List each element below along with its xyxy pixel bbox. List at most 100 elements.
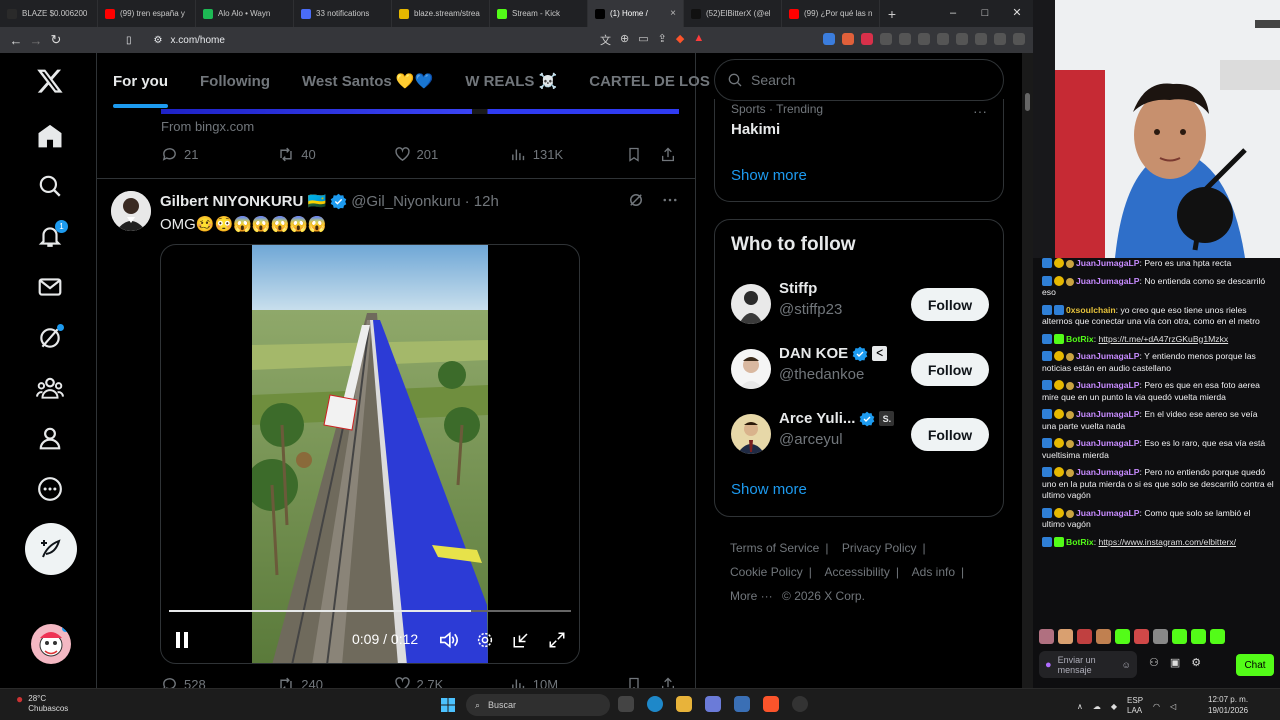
follow-button[interactable]: Follow: [911, 418, 989, 451]
grok-explain-icon[interactable]: [627, 191, 645, 209]
pause-button[interactable]: [171, 629, 193, 651]
tray-app-icon[interactable]: ☁: [1093, 702, 1101, 711]
extension-icon[interactable]: [861, 33, 873, 45]
language-indicator[interactable]: ESP LAA: [1127, 696, 1143, 716]
views-button[interactable]: 131K: [510, 146, 626, 163]
browser-tab[interactable]: Alo Alo • Wayn: [196, 0, 294, 27]
back-icon[interactable]: ←: [6, 33, 26, 48]
suggestion-name[interactable]: Stiffp: [779, 280, 817, 297]
forward-icon[interactable]: →: [26, 33, 46, 48]
show-more-link[interactable]: Show more: [731, 167, 807, 184]
extension-icon[interactable]: [880, 33, 892, 45]
reply-button[interactable]: 21: [161, 146, 277, 163]
windows-start-icon[interactable]: [441, 698, 455, 717]
gift-icon[interactable]: ▣: [1170, 656, 1180, 669]
close-tab-icon[interactable]: ×: [670, 8, 676, 19]
new-tab-button[interactable]: +: [880, 6, 904, 22]
menu-icon[interactable]: [1013, 33, 1025, 45]
minimize-icon[interactable]: –: [937, 0, 969, 27]
music-icon[interactable]: [937, 33, 949, 45]
tweet-author-avatar[interactable]: [111, 191, 151, 231]
chat-username[interactable]: JuanJumagaLP: [1076, 380, 1140, 390]
browser-tab[interactable]: (52)ElBitterX (@el: [684, 0, 782, 27]
follow-suggestion[interactable]: DAN KOE ᐸ @thedankoe Follow: [731, 345, 989, 395]
chat-username[interactable]: JuanJumagaLP: [1076, 276, 1140, 286]
search-input[interactable]: Search: [714, 59, 1004, 101]
edge-icon[interactable]: [647, 696, 663, 712]
chat-username[interactable]: JuanJumagaLP: [1076, 351, 1140, 361]
share-icon[interactable]: [660, 676, 676, 688]
more-options-icon[interactable]: [661, 191, 679, 209]
suggestion-name[interactable]: DAN KOE: [779, 345, 848, 362]
chat-username[interactable]: JuanJumagaLP: [1076, 508, 1140, 518]
profile-icon[interactable]: [30, 418, 70, 458]
footer-link[interactable]: Privacy Policy: [842, 541, 917, 555]
browser-tab[interactable]: 33 notifications: [294, 0, 392, 27]
mic-icon[interactable]: ●: [1045, 659, 1052, 671]
emote-icon[interactable]: [1115, 629, 1130, 644]
repost-button[interactable]: 40: [277, 146, 393, 163]
footer-link[interactable]: Cookie Policy: [730, 565, 803, 579]
volume-icon[interactable]: ◁: [1170, 702, 1176, 711]
notifications-icon[interactable]: 1: [30, 216, 70, 256]
browser-tab[interactable]: BLAZE $0.006200: [0, 0, 98, 27]
browser-tab[interactable]: (99) ¿Por qué las n: [782, 0, 880, 27]
scrollbar-thumb[interactable]: [1025, 93, 1030, 111]
site-info-icon[interactable]: ⚙: [154, 35, 163, 46]
pip-button[interactable]: [510, 629, 532, 651]
video-frame[interactable]: [252, 245, 488, 663]
tab-list[interactable]: CARTEL DE LOS: [573, 73, 726, 90]
explorer-icon[interactable]: [676, 696, 692, 712]
settings-icon[interactable]: ⚙: [1191, 656, 1201, 669]
close-icon[interactable]: ✕: [1001, 0, 1033, 27]
users-icon[interactable]: ⚇: [1149, 656, 1159, 669]
chat-username[interactable]: JuanJumagaLP: [1076, 438, 1140, 448]
footer-link[interactable]: Accessibility: [825, 565, 890, 579]
url-field[interactable]: ▯ ⚙ x.com/home: [126, 35, 225, 46]
sidebar-icon[interactable]: [956, 33, 968, 45]
emote-icon[interactable]: [1172, 629, 1187, 644]
translate-icon[interactable]: 文: [600, 32, 611, 48]
trend-name[interactable]: Hakimi: [731, 121, 780, 138]
post-button[interactable]: [25, 523, 77, 575]
chat-input[interactable]: ● Enviar un mensaje ☺: [1039, 651, 1137, 678]
reply-button[interactable]: 528: [161, 676, 277, 688]
like-button[interactable]: 2.7K: [394, 676, 510, 688]
emoji-icon[interactable]: ☺: [1122, 660, 1131, 670]
tweet-author-name[interactable]: Gilbert NIYONKURU 🇷🇼: [160, 192, 326, 210]
grok-icon[interactable]: [30, 318, 70, 358]
settings-button[interactable]: [474, 629, 496, 651]
avatar[interactable]: [731, 414, 771, 454]
emote-icon[interactable]: [1134, 629, 1149, 644]
browser-tab[interactable]: (99) tren españa y: [98, 0, 196, 27]
more-options-icon[interactable]: ···: [973, 103, 987, 119]
tweet-video[interactable]: 0:09 / 0:12: [160, 244, 580, 664]
chat-username[interactable]: JuanJumagaLP: [1076, 409, 1140, 419]
tray-app-icon[interactable]: ◆: [1111, 702, 1117, 711]
taskbar-search[interactable]: ⌕ Buscar: [466, 694, 610, 716]
x-logo-icon[interactable]: [30, 61, 70, 101]
suggestion-handle[interactable]: @thedankoe: [779, 366, 864, 383]
emote-icon[interactable]: [1210, 629, 1225, 644]
url-text[interactable]: x.com/home: [170, 35, 224, 46]
volume-button[interactable]: [438, 629, 460, 651]
share-icon[interactable]: ⇪: [658, 32, 667, 48]
app-icon[interactable]: [705, 696, 721, 712]
store-icon[interactable]: [734, 696, 750, 712]
repost-button[interactable]: 240: [277, 676, 393, 688]
browser-tab[interactable]: blaze.stream/strea: [392, 0, 490, 27]
zoom-icon[interactable]: ⊕: [620, 32, 629, 48]
avatar[interactable]: [731, 349, 771, 389]
emote-icon[interactable]: [1153, 629, 1168, 644]
emote-icon[interactable]: [1191, 629, 1206, 644]
like-button[interactable]: 201: [394, 146, 510, 163]
fullscreen-button[interactable]: [546, 629, 568, 651]
more-icon[interactable]: [30, 469, 70, 509]
wallet-icon[interactable]: [975, 33, 987, 45]
follow-button[interactable]: Follow: [911, 288, 989, 321]
suggestion-name[interactable]: Arce Yuli...: [779, 410, 855, 427]
chat-send-button[interactable]: Chat: [1236, 654, 1274, 676]
chat-username[interactable]: BotRix: [1066, 537, 1094, 547]
suggestion-handle[interactable]: @arceyul: [779, 431, 843, 448]
show-more-link[interactable]: Show more: [731, 481, 807, 498]
